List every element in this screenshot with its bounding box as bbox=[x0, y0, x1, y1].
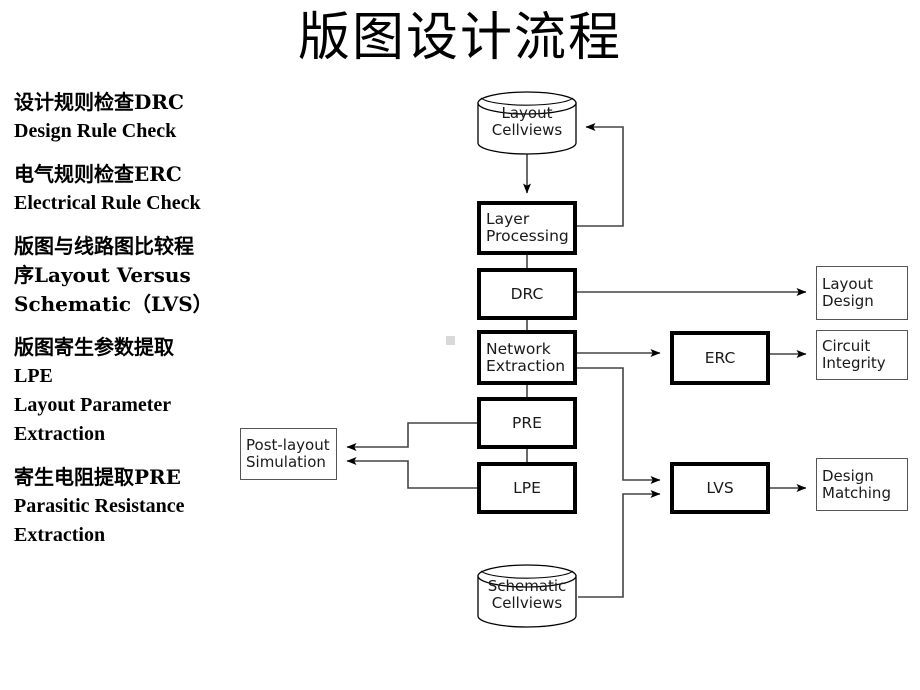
node-layout-design[interactable]: Layout Design bbox=[816, 266, 908, 320]
node-lvs[interactable]: LVS bbox=[670, 462, 770, 514]
design-matching-label: Design Matching bbox=[822, 466, 891, 502]
layout-cellviews-label: Layout Cellviews bbox=[491, 104, 563, 139]
bullet-line: Electrical Rule Check bbox=[14, 192, 201, 214]
node-pre[interactable]: PRE bbox=[477, 397, 577, 449]
layout-cellviews-cylinder-shape bbox=[477, 91, 577, 155]
bullet-line: Parasitic Resistance bbox=[14, 495, 185, 517]
bullet-item-lvs: 版图与线路图比较程 序Layout Versus Schematic（LVS） bbox=[14, 232, 260, 319]
bullet-item-erc: 电气规则检查ERC Electrical Rule Check bbox=[14, 160, 260, 218]
node-drc[interactable]: DRC bbox=[477, 268, 577, 320]
bullet-line: 版图寄生参数提取 bbox=[14, 335, 174, 359]
connector-pre-to-postlayout bbox=[346, 422, 477, 451]
node-network-extraction[interactable]: Network Extraction bbox=[477, 330, 577, 385]
circuit-integrity-label: Circuit Integrity bbox=[822, 337, 886, 372]
connector-layer-feedback-to-cellviews bbox=[577, 123, 624, 227]
node-lpe[interactable]: LPE bbox=[477, 462, 577, 514]
bullet-item-lpe: 版图寄生参数提取 LPE Layout Parameter Extraction bbox=[14, 333, 260, 449]
lvs-label: LVS bbox=[706, 478, 734, 497]
erc-label: ERC bbox=[704, 348, 736, 367]
node-erc[interactable]: ERC bbox=[670, 331, 770, 385]
layer-processing-label: Layer Processing bbox=[486, 210, 569, 245]
bullet-line: LPE bbox=[14, 365, 53, 387]
node-post-layout-simulation[interactable]: Post-layout Simulation bbox=[240, 428, 337, 480]
bullet-line: Extraction bbox=[14, 423, 106, 445]
bullet-line: 电气规则检查ERC bbox=[14, 162, 182, 186]
pre-label: PRE bbox=[512, 413, 542, 432]
lpe-label: LPE bbox=[513, 478, 541, 497]
bullet-list: 设计规则检查DRC Design Rule Check 电气规则检查ERC El… bbox=[14, 88, 260, 564]
post-layout-simulation-label: Post-layout Simulation bbox=[246, 436, 330, 471]
bullet-line: Extraction bbox=[14, 524, 106, 546]
bullet-line: Layout Parameter bbox=[14, 394, 172, 416]
node-layer-processing[interactable]: Layer Processing bbox=[477, 201, 577, 255]
bullet-line: 序Layout Versus bbox=[14, 263, 191, 287]
bullet-item-pre: 寄生电阻提取PRE Parasitic Resistance Extractio… bbox=[14, 463, 260, 550]
page-title: 版图设计流程 bbox=[297, 8, 622, 68]
stray-pixel-artifact bbox=[446, 336, 455, 345]
node-circuit-integrity[interactable]: Circuit Integrity bbox=[816, 330, 908, 380]
schematic-cellviews-cylinder-shape bbox=[477, 564, 577, 628]
node-design-matching[interactable]: Design Matching bbox=[816, 458, 908, 511]
layout-design-label: Layout Design bbox=[822, 275, 874, 310]
bullet-item-drc: 设计规则检查DRC Design Rule Check bbox=[14, 88, 260, 146]
schematic-cellviews-label: Schematic Cellviews bbox=[487, 577, 567, 612]
connector-lpe-to-postlayout bbox=[346, 457, 477, 489]
bullet-line: 寄生电阻提取PRE bbox=[14, 465, 181, 489]
bullet-line: 版图与线路图比较程 bbox=[14, 234, 194, 258]
drc-label: DRC bbox=[510, 284, 544, 303]
bullet-line: Design Rule Check bbox=[14, 120, 177, 142]
bullet-line: Schematic（LVS） bbox=[14, 292, 213, 316]
connector-schematic-to-lvs bbox=[578, 490, 661, 598]
connector-network-to-lvs bbox=[577, 367, 661, 484]
network-extraction-label: Network Extraction bbox=[486, 339, 566, 375]
bullet-line: 设计规则检查DRC bbox=[14, 90, 184, 114]
